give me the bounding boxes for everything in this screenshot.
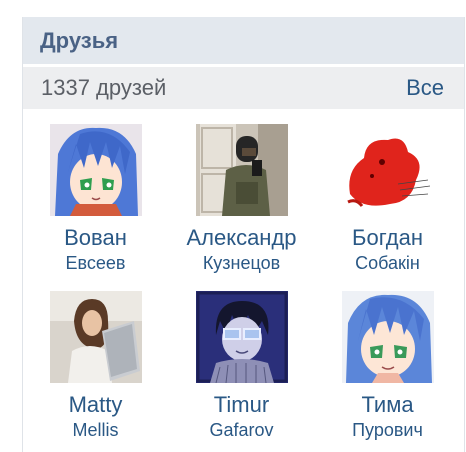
all-friends-link[interactable]: Все bbox=[406, 75, 444, 101]
friend-first-name[interactable]: Богдан bbox=[315, 225, 460, 251]
friend-last-name[interactable]: Евсеев bbox=[23, 251, 168, 275]
friend-first-name[interactable]: Matty bbox=[23, 392, 168, 418]
friend-first-name[interactable]: Timur bbox=[169, 392, 314, 418]
girl-with-laptop-avatar-icon[interactable] bbox=[49, 291, 142, 383]
friend-item-aleksandr[interactable]: Александр Кузнецов bbox=[169, 124, 314, 275]
friends-subheader: 1337 друзей Все bbox=[23, 67, 464, 109]
friend-item-bogdan[interactable]: Богдан Собакін bbox=[315, 124, 460, 275]
red-blob-drawing-avatar-icon[interactable] bbox=[341, 124, 434, 216]
drawn-boy-glasses-avatar-icon[interactable] bbox=[195, 291, 288, 383]
friends-widget: Друзья 1337 друзей Все Вован Евсеев Алек… bbox=[22, 17, 465, 452]
friends-header[interactable]: Друзья bbox=[23, 17, 464, 64]
friend-first-name[interactable]: Александр bbox=[169, 225, 314, 251]
friend-item-tima[interactable]: Тима Пурович bbox=[315, 291, 460, 442]
friend-last-name[interactable]: Пурович bbox=[315, 418, 460, 442]
friend-last-name[interactable]: Кузнецов bbox=[169, 251, 314, 275]
friend-first-name[interactable]: Вован bbox=[23, 225, 168, 251]
friend-first-name[interactable]: Тима bbox=[315, 392, 460, 418]
friend-last-name[interactable]: Mellis bbox=[23, 418, 168, 442]
friend-item-vovan[interactable]: Вован Евсеев bbox=[23, 124, 168, 275]
anime-blue-hair-avatar-icon[interactable] bbox=[49, 124, 142, 216]
friend-item-timur[interactable]: Timur Gafarov bbox=[169, 291, 314, 442]
mirror-selfie-soldier-avatar-icon[interactable] bbox=[195, 124, 288, 216]
friend-last-name[interactable]: Gafarov bbox=[169, 418, 314, 442]
friend-last-name[interactable]: Собакін bbox=[315, 251, 460, 275]
friends-title[interactable]: Друзья bbox=[40, 28, 118, 54]
anime-blue-hair-avatar-icon[interactable] bbox=[341, 291, 434, 383]
friend-item-matty[interactable]: Matty Mellis bbox=[23, 291, 168, 442]
friends-count: 1337 друзей bbox=[41, 75, 167, 100]
